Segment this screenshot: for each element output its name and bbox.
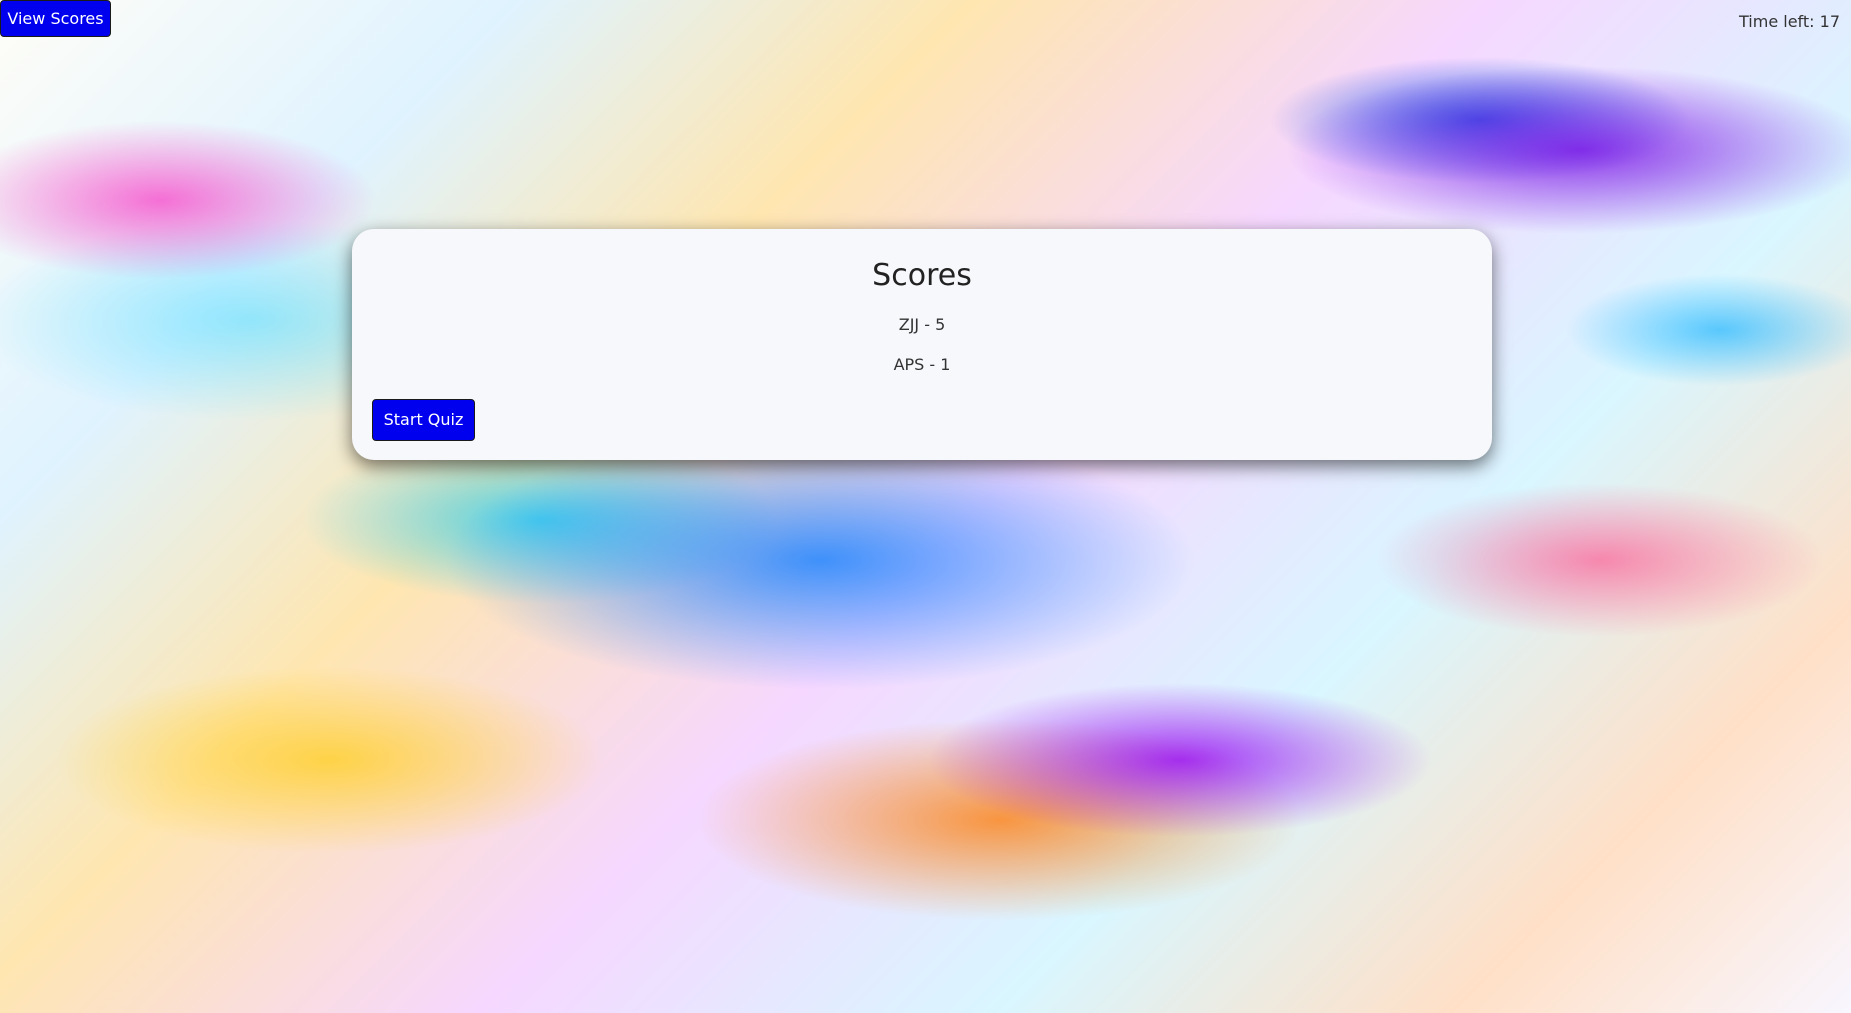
score-entry: APS - 1 bbox=[893, 355, 951, 374]
view-scores-button[interactable]: View Scores bbox=[0, 0, 111, 37]
scores-panel: Scores ZJJ - 5 APS - 1 Start Quiz bbox=[352, 229, 1492, 460]
start-quiz-button[interactable]: Start Quiz bbox=[372, 399, 475, 441]
scores-title: Scores bbox=[872, 258, 972, 293]
timer-text: Time left: 17 bbox=[1739, 12, 1840, 31]
score-entry: ZJJ - 5 bbox=[898, 315, 946, 334]
scores-list: ZJJ - 5 APS - 1 bbox=[372, 313, 1472, 377]
